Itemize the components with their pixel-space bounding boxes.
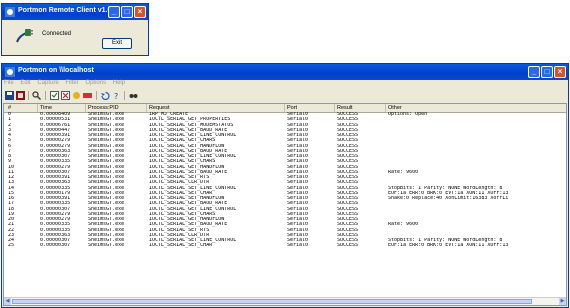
menu-file[interactable]: File xyxy=(4,80,14,86)
save-icon[interactable] xyxy=(5,91,14,100)
column-header-time[interactable]: Time xyxy=(40,105,52,111)
toolbar: ? xyxy=(2,89,568,102)
portmon-main-window: Portmon on \\localhost _ □ × File Edit C… xyxy=(1,63,569,308)
minimize-button[interactable]: _ xyxy=(108,6,120,18)
list-rows: 0 0.00008409 SheimsGT.exe IRP_MJ_CREATE Seri… xyxy=(4,112,566,249)
scrollbar-thumb[interactable] xyxy=(12,299,532,304)
main-titlebar[interactable]: Portmon on \\localhost _ □ × xyxy=(2,64,568,80)
clear-icon[interactable] xyxy=(61,91,70,100)
capture-icon[interactable] xyxy=(16,91,25,100)
search-icon[interactable] xyxy=(32,91,41,100)
menu-options[interactable]: Options xyxy=(85,80,106,86)
cell-result: SUCCESS xyxy=(337,243,359,249)
cell-process: SheimsGT.exe xyxy=(88,243,125,249)
client-title: Portmon Remote Client v1.0 xyxy=(18,7,112,14)
cell-number: 25 xyxy=(8,243,15,249)
help-icon[interactable]: ? xyxy=(112,91,121,100)
horizontal-scrollbar[interactable]: ◀ ▶ xyxy=(4,297,566,305)
autoscroll-icon[interactable] xyxy=(50,91,59,100)
menu-edit[interactable]: Edit xyxy=(20,80,30,86)
connection-status: Connected xyxy=(42,31,72,37)
capture-list[interactable]: # Time Process:PID Request Port Result O… xyxy=(3,103,567,306)
column-header-port[interactable]: Port xyxy=(287,105,297,111)
menu-filter[interactable]: Filter xyxy=(65,80,78,86)
menu-bar: File Edit Capture Filter Options Help xyxy=(2,80,568,89)
find-icon[interactable] xyxy=(129,91,138,100)
menu-help[interactable]: Help xyxy=(113,80,125,86)
column-header-other[interactable]: Other xyxy=(388,105,402,111)
minimize-button[interactable]: _ xyxy=(528,66,540,78)
cell-request: IOCTL_SERIAL_SET_CHAR xyxy=(149,243,213,249)
exit-button[interactable]: Exit xyxy=(102,38,132,49)
toolbar-separator xyxy=(124,91,125,100)
history-icon[interactable] xyxy=(101,91,110,100)
column-header-request[interactable]: Request xyxy=(149,105,170,111)
close-button[interactable]: × xyxy=(554,66,566,78)
maximize-button[interactable]: □ xyxy=(541,66,553,78)
cell-port: Serial0 xyxy=(287,243,309,249)
toolbar-separator xyxy=(96,91,97,100)
client-titlebar[interactable]: Portmon Remote Client v1.0 _ □ × xyxy=(2,4,148,20)
scroll-right-icon[interactable]: ▶ xyxy=(559,298,566,305)
highlight-icon[interactable] xyxy=(83,91,92,100)
close-button[interactable]: × xyxy=(134,6,146,18)
scroll-left-icon[interactable]: ◀ xyxy=(4,298,11,305)
svg-text:?: ? xyxy=(114,92,118,100)
app-icon xyxy=(5,67,15,77)
cell-other: EOF:1a ERR:0 BRK:0 EVT:1a XON:11 XOFF:13 xyxy=(388,243,509,249)
cell-time: 0.00000307 xyxy=(40,243,71,249)
toolbar-separator xyxy=(28,91,29,100)
column-header-result[interactable]: Result xyxy=(337,105,353,111)
filter-icon[interactable] xyxy=(72,91,81,100)
column-header-process[interactable]: Process:PID xyxy=(88,105,119,111)
remote-client-window: Portmon Remote Client v1.0 _ □ × Connect… xyxy=(1,3,149,56)
plug-icon xyxy=(16,29,33,43)
toolbar-separator xyxy=(45,91,46,100)
menu-capture[interactable]: Capture xyxy=(37,80,58,86)
table-row[interactable]: 25 0.00000307 SheimsGT.exe IOCTL_SERIAL_SET… xyxy=(4,243,566,248)
maximize-button[interactable]: □ xyxy=(121,6,133,18)
column-header-number[interactable]: # xyxy=(8,105,11,111)
main-title: Portmon on \\localhost xyxy=(18,67,94,74)
app-icon xyxy=(5,7,15,17)
